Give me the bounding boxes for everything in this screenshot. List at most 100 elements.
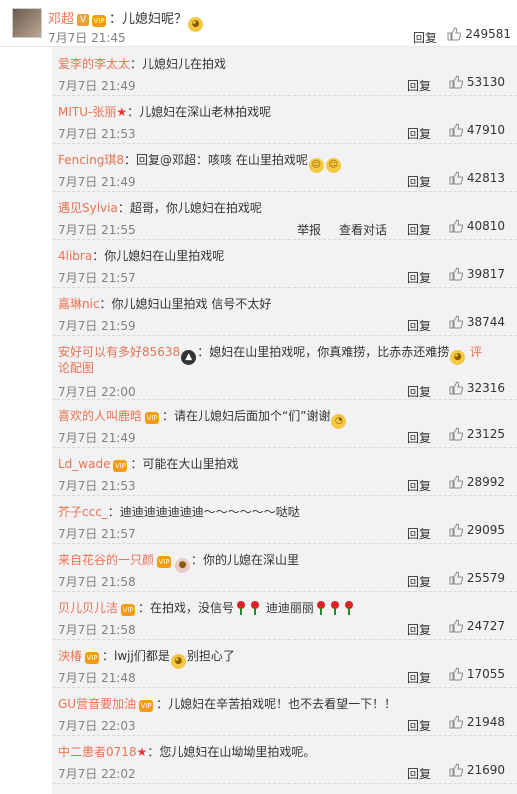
comment-item: 安好可以有多好85638 ▲ ：媳妇在山里拍戏呢，你真难捞，比赤赤还难捞 ◕ 评 论配… [52, 335, 517, 400]
vip-crown-icon: VIP [145, 412, 160, 424]
comment-time: 7月7日 21:53 [58, 127, 136, 141]
thumbs-up-icon [449, 763, 463, 777]
comment-time: 7月7日 21:55 [58, 223, 136, 237]
reply-button[interactable]: 回复 [407, 621, 431, 638]
reply-button[interactable]: 回复 [407, 269, 431, 286]
reply-button[interactable]: 回复 [407, 477, 431, 494]
like-count: 47910 [466, 123, 505, 137]
reply-button[interactable]: 回复 [407, 383, 431, 400]
comment-text: ：在拍戏，没信号 [138, 601, 235, 615]
comment-item: Ld_wade VIP ：可能在大山里拍戏 7月7日 21:53 回复 28992 [52, 447, 517, 496]
thumbs-up-icon [449, 171, 463, 185]
comment-text: ：超哥，你儿媳妇在拍戏呢 [117, 201, 262, 215]
reply-button[interactable]: 回复 [407, 573, 431, 590]
like-button[interactable]: 23125 [449, 427, 505, 441]
like-button[interactable]: 21690 [449, 763, 505, 777]
comment-text: ：儿媳妇在深山老林拍戏呢 [127, 105, 272, 119]
reply-button[interactable]: 回复 [407, 173, 431, 190]
comment-text: ：lwjj们都是 [102, 649, 170, 663]
comment-text-continued: 别担心了 [186, 649, 235, 663]
comment-author[interactable]: 安好可以有多好85638 [58, 345, 180, 359]
like-button[interactable]: 42813 [449, 171, 505, 185]
comment-list: 爱李的李太太：儿媳妇儿在拍戏 7月7日 21:49 回复 53130 MITU-… [52, 47, 517, 794]
comment-text: ：你的儿媳在深山里 [191, 553, 300, 567]
comment-author[interactable]: 芥子ccc_ [58, 505, 108, 519]
comment-author[interactable]: 喜欢的人叫鹿晗 [58, 409, 142, 423]
thumbs-up-icon [449, 315, 463, 329]
like-button[interactable]: 32316 [449, 381, 505, 395]
comment-image-link-continued[interactable]: 论配图 [58, 359, 94, 376]
thumbs-up-icon [449, 381, 463, 395]
like-button[interactable]: 39817 [449, 267, 505, 281]
comment-time: 7月7日 21:59 [58, 319, 136, 333]
rose-icon [344, 601, 354, 615]
avatar[interactable] [12, 8, 42, 38]
like-count: 29095 [466, 523, 505, 537]
like-count: 17055 [466, 667, 505, 681]
reply-button[interactable]: 回复 [407, 717, 431, 734]
glasses-emoji-icon: ◔ [331, 414, 347, 429]
comment-text: ：请在儿媳妇后面加个“们”谢谢 [162, 409, 331, 423]
comment-image-link[interactable]: 评 [470, 345, 482, 359]
like-button[interactable]: 38744 [449, 315, 505, 329]
like-button[interactable]: 17055 [449, 667, 505, 681]
report-button[interactable]: 举报 [297, 221, 321, 238]
comment-author[interactable]: 遇见Sylvia [58, 201, 118, 215]
like-button[interactable]: 29095 [449, 523, 505, 537]
comment-item: GU营音要加油 VIP ：儿媳妇在辛苦拍戏呢！也不去看望一下！！ 7月7日 22:0… [52, 687, 517, 736]
like-count: 28992 [466, 475, 505, 489]
thumbs-up-icon [449, 427, 463, 441]
vip-crown-icon: VIP [139, 700, 154, 712]
comment-author[interactable]: MITU-张丽 [58, 105, 116, 119]
like-count: 53130 [466, 75, 505, 89]
thumbs-up-icon [449, 267, 463, 281]
like-button[interactable]: 28992 [449, 475, 505, 489]
cat-emoji-icon: ◕ [170, 654, 186, 669]
view-dialog-button[interactable]: 查看对话 [339, 221, 387, 238]
comment-author[interactable]: 贝儿贝儿洁 [58, 601, 118, 615]
comment-time: 7月7日 21:49 [58, 175, 136, 189]
star-icon: ★ [116, 105, 128, 119]
verified-icon: V [77, 14, 90, 26]
sticker-face-icon: ● [175, 558, 191, 573]
comment-item: 贝儿贝儿洁 VIP ：在拍戏，没信号 迪迪丽丽 7月7日 21:58 回复 2472… [52, 591, 517, 640]
reply-button[interactable]: 回复 [413, 29, 437, 46]
thumbs-up-icon [449, 219, 463, 233]
comment-author[interactable]: Fencing琪8 [58, 153, 124, 167]
reply-button[interactable]: 回复 [407, 125, 431, 142]
like-button[interactable]: 249581 [447, 27, 511, 41]
vip-crown-icon: VIP [113, 460, 128, 472]
like-button[interactable]: 53130 [449, 75, 505, 89]
comment-author[interactable]: 嘉琳nic [58, 297, 100, 311]
like-count: 249581 [465, 27, 511, 41]
comment-author[interactable]: 爱李的李太太 [58, 57, 130, 71]
comment-text: ：您儿媳妇在山坳坳里拍戏呢。 [147, 745, 316, 759]
comment-author[interactable]: 来自花谷的一只颜 [58, 553, 154, 567]
comment-time: 7月7日 21:58 [58, 623, 136, 637]
comment-author[interactable]: 泱椿 [58, 649, 82, 663]
reply-button[interactable]: 回复 [407, 525, 431, 542]
like-button[interactable]: 40810 [449, 219, 505, 233]
comment-author[interactable]: GU营音要加油 [58, 697, 136, 711]
post-author[interactable]: 邓超 [48, 12, 74, 27]
comment-author[interactable]: Ld_wade [58, 457, 110, 471]
comment-item: 中二患者0718★：您儿媳妇在山坳坳里拍戏呢。 7月7日 22:02 回复 21… [52, 735, 517, 784]
reply-button[interactable]: 回复 [407, 77, 431, 94]
reply-button[interactable]: 回复 [407, 429, 431, 446]
like-count: 40810 [466, 219, 505, 233]
thumbs-up-icon [449, 667, 463, 681]
laugh-emoji-icon: ☺ [325, 158, 341, 173]
reply-button[interactable]: 回复 [407, 669, 431, 686]
like-button[interactable]: 21948 [449, 715, 505, 729]
reply-button[interactable]: 回复 [407, 221, 431, 238]
like-button[interactable]: 25579 [449, 571, 505, 585]
reply-button[interactable]: 回复 [407, 765, 431, 782]
like-button[interactable]: 47910 [449, 123, 505, 137]
comment-item: Fencing琪8：回复@邓超：咳咳 在山里拍戏呢 ☺ ☺ 7月7日 21:49 回… [52, 143, 517, 192]
post-text: ：儿媳妇呢？ [109, 12, 188, 27]
reply-button[interactable]: 回复 [407, 317, 431, 334]
comment-author[interactable]: 4libra [58, 249, 92, 263]
comment-author[interactable]: 中二患者0718 [58, 745, 137, 759]
like-button[interactable]: 24727 [449, 619, 505, 633]
thumbs-up-icon [449, 475, 463, 489]
